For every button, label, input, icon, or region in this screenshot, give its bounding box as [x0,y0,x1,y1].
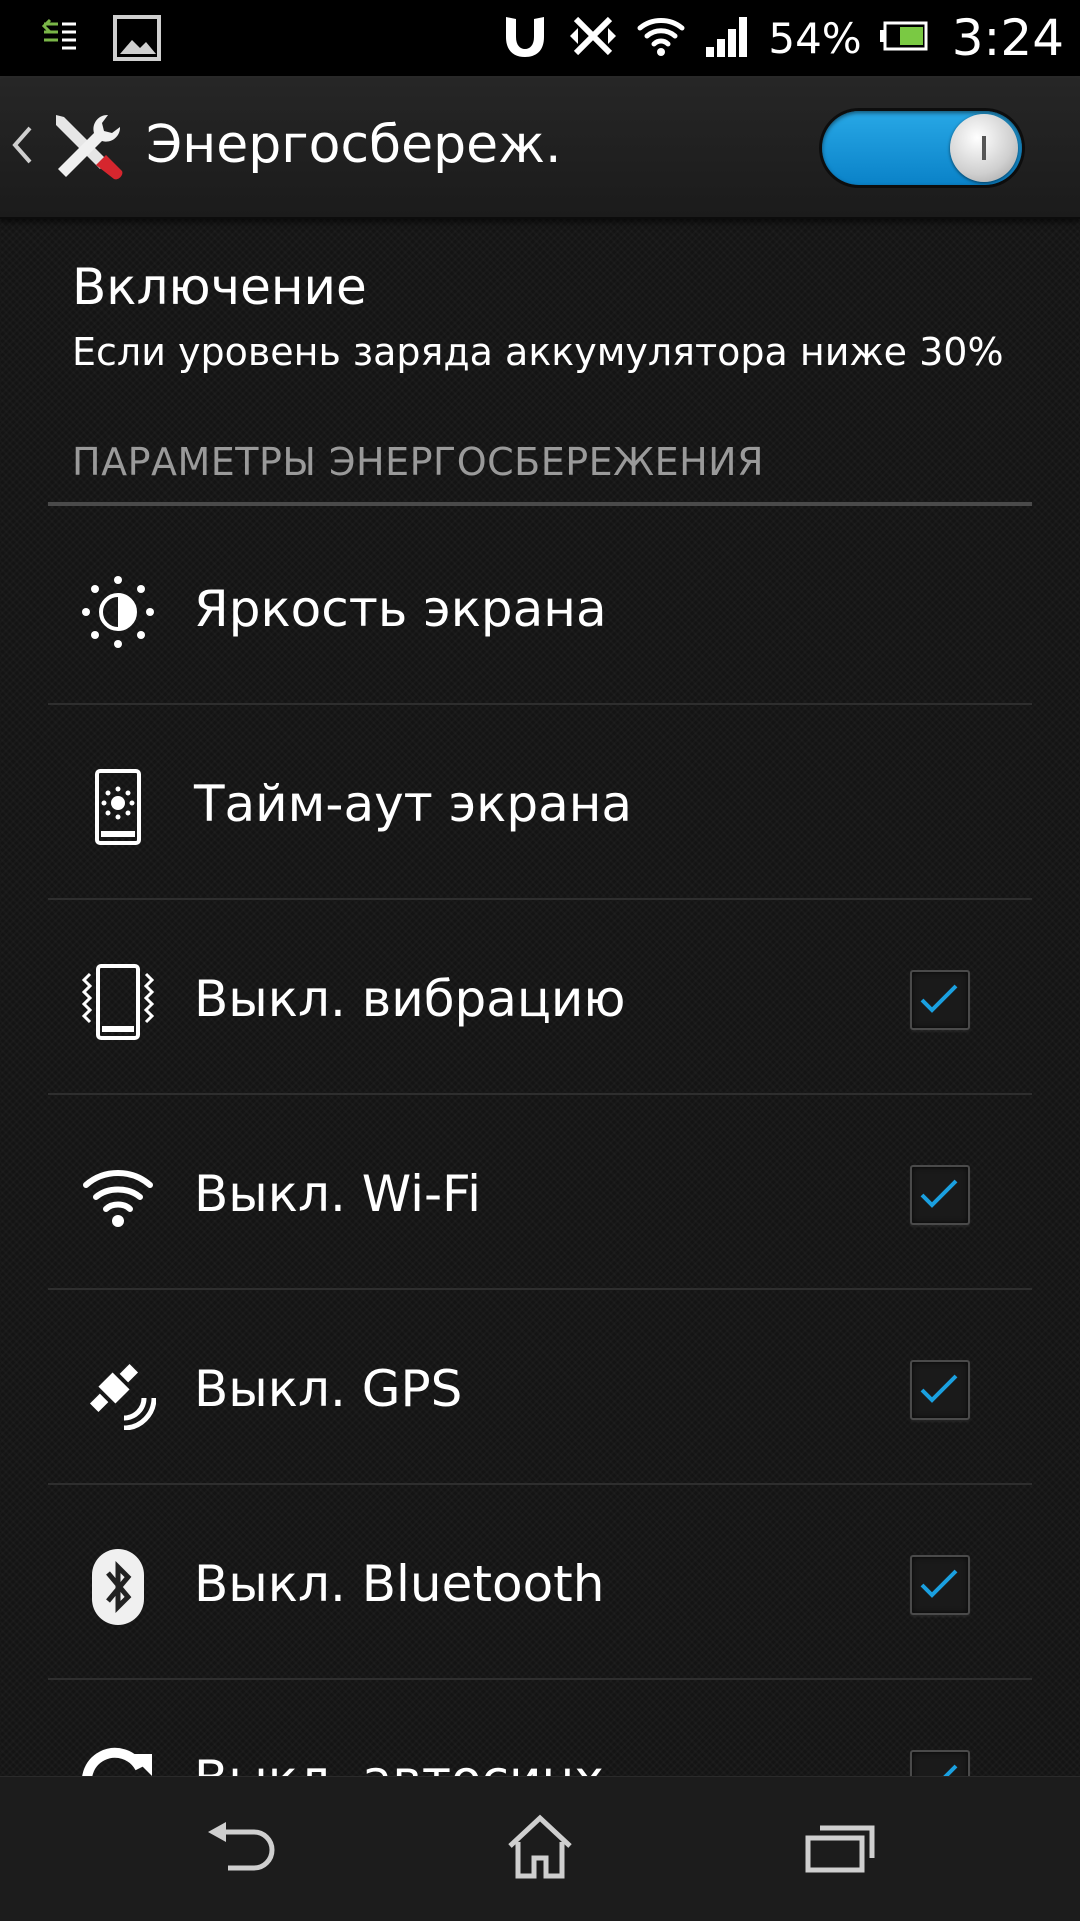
gps-checkbox[interactable] [910,1360,970,1420]
section-header: ПАРАМЕТРЫ ЭНЕРГОСБЕРЕЖЕНИЯ [72,440,765,484]
vibration-checkbox[interactable] [910,970,970,1030]
screen-timeout-icon [78,767,158,847]
toggle-knob[interactable] [950,114,1018,182]
page-title: Энергосбереж. [146,115,562,175]
list-item-vibration[interactable]: Выкл. вибрацию [48,900,1032,1095]
activation-subtitle: Если уровень заряда аккумулятора ниже 30… [72,330,1004,374]
status-bar: 54% 3:24 [0,0,1080,79]
vibration-icon [78,962,158,1042]
section-divider [48,502,1032,506]
battery-percent: 54% [768,13,862,63]
wifi-icon [78,1157,158,1237]
navigation-bar [0,1776,1080,1921]
wifi-icon [636,14,686,62]
hotspot-icon [500,11,550,65]
back-button[interactable] [140,1777,340,1921]
item-label: Выкл. GPS [194,1360,463,1418]
recent-apps-icon [804,1820,876,1878]
activation-title: Включение [72,258,367,316]
item-label: Выкл. Wi-Fi [194,1165,482,1223]
brightness-icon [78,572,158,652]
home-icon [504,1814,576,1884]
item-label: Выкл. вибрацию [194,970,626,1028]
battery-icon [879,21,928,55]
bluetooth-checkbox[interactable] [910,1555,970,1615]
item-label: Тайм-аут экрана [194,775,633,833]
item-label: Яркость экрана [194,580,607,638]
list-item-wifi[interactable]: Выкл. Wi-Fi [48,1095,1032,1290]
wifi-checkbox[interactable] [910,1165,970,1225]
list-item-brightness[interactable]: Яркость экрана [48,510,1032,705]
list-item-screen-timeout[interactable]: Тайм-аут экрана [48,705,1032,900]
home-button[interactable] [440,1777,640,1921]
list-item-bluetooth[interactable]: Выкл. Bluetooth [48,1485,1032,1680]
back-icon [204,1820,276,1878]
action-bar: Энергосбереж. [0,79,1080,219]
usb-debug-icon [40,18,80,62]
list-item-gps[interactable]: Выкл. GPS [48,1290,1032,1485]
chevron-left-icon[interactable] [10,124,34,170]
picture-icon [112,14,162,66]
signal-icon [704,13,750,63]
nfc-off-icon [568,11,618,65]
tools-icon[interactable] [46,109,126,193]
clock: 3:24 [951,9,1064,67]
power-saving-toggle[interactable] [822,111,1022,185]
item-label: Выкл. Bluetooth [194,1555,605,1613]
gps-satellite-icon [78,1352,158,1432]
bluetooth-icon [78,1547,158,1627]
recent-apps-button[interactable] [740,1777,940,1921]
